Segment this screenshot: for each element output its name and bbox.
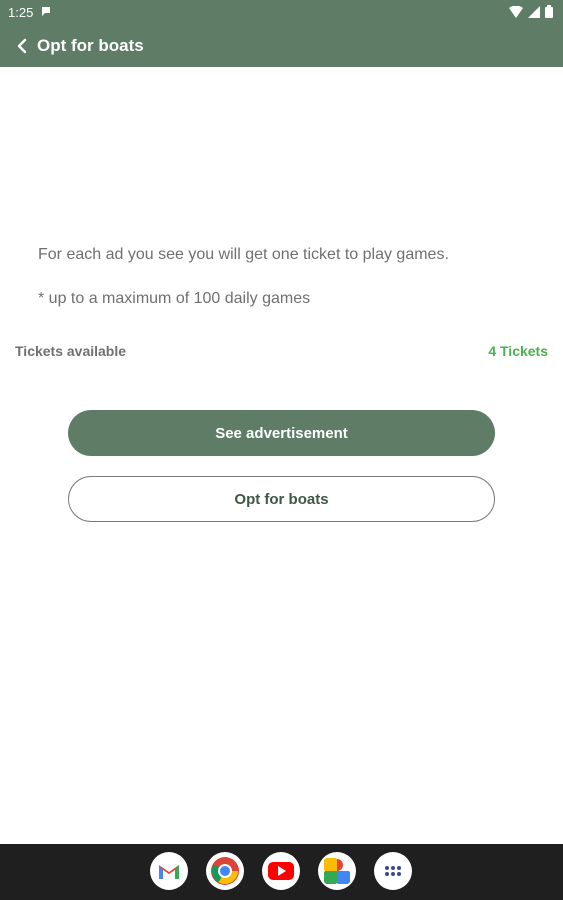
chevron-left-icon (17, 38, 27, 54)
battery-icon (545, 5, 553, 18)
app-drawer-icon[interactable] (374, 852, 412, 890)
signal-icon (528, 5, 540, 18)
tickets-label: Tickets available (15, 343, 127, 359)
page-title: Opt for boats (37, 36, 144, 55)
app-dock (150, 852, 412, 890)
back-button[interactable] (8, 32, 36, 60)
status-time: 1:25 (8, 5, 34, 20)
photos-icon[interactable] (318, 852, 356, 890)
app-bar: Opt for boats (0, 26, 563, 67)
chrome-icon[interactable] (206, 852, 244, 890)
see-advertisement-button[interactable]: See advertisement (68, 410, 495, 456)
opt-for-boats-button[interactable]: Opt for boats (68, 476, 495, 522)
status-icons (509, 5, 553, 18)
limit-text: * up to a maximum of 100 daily games (38, 290, 311, 307)
navigation-bar (0, 844, 563, 900)
gmail-icon[interactable] (150, 852, 188, 890)
tickets-count: 4 Tickets (488, 343, 548, 359)
status-bar: 1:25 (0, 0, 563, 26)
wifi-icon (509, 5, 523, 18)
youtube-icon[interactable] (262, 852, 300, 890)
notification-icon (42, 7, 50, 16)
info-text: For each ad you see you will get one tic… (38, 246, 449, 263)
